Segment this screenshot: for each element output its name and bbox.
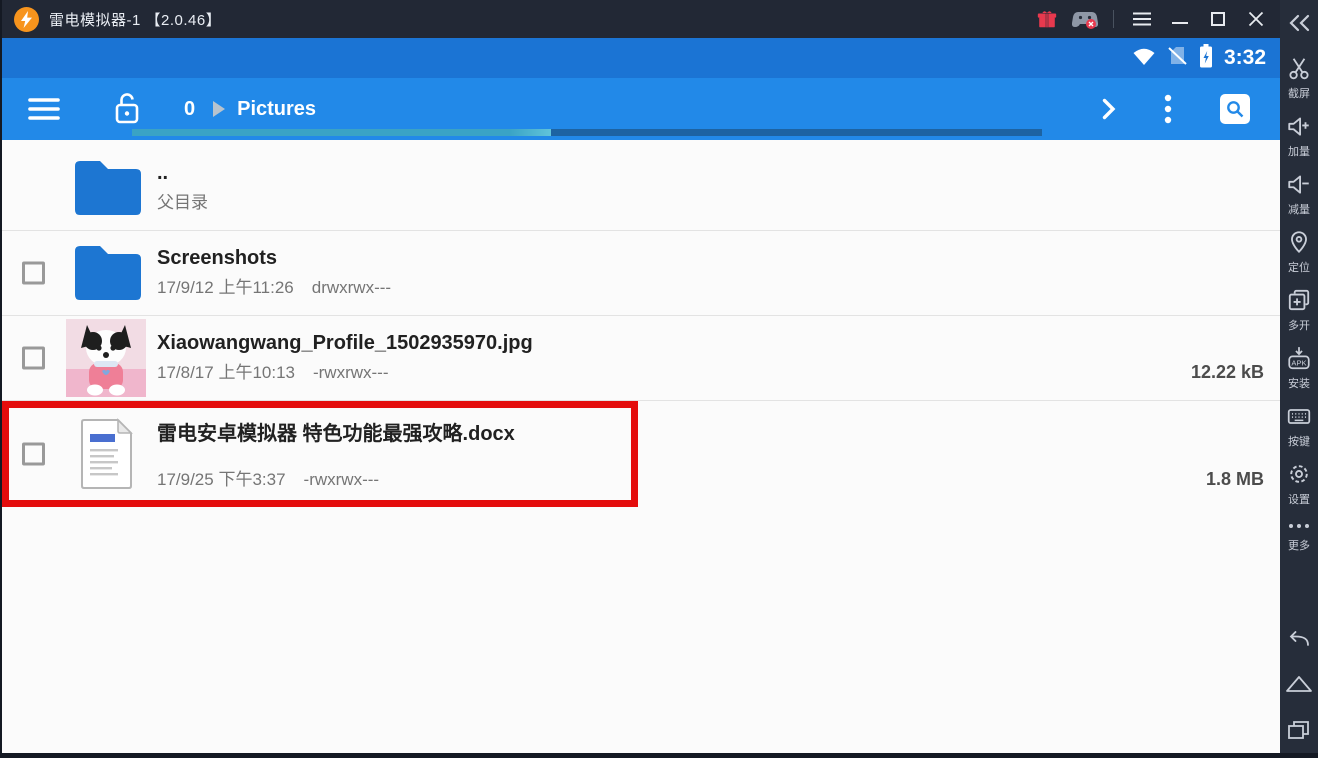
emulator-window: 雷电模拟器-1 【2.0.46】 3:32 0 Pictures .. 父目录 … — [0, 0, 1318, 758]
image-thumbnail — [66, 319, 146, 397]
file-name: .. — [157, 162, 169, 184]
sidebar-item-keymapping[interactable]: 按键 — [1286, 403, 1312, 448]
titlebar-separator — [1113, 10, 1114, 28]
folder-icon — [66, 152, 146, 224]
file-row-screenshots[interactable]: Screenshots 17/9/12 上午11:26 drwxrwx--- — [2, 231, 1280, 316]
svg-text:APK: APK — [1291, 358, 1306, 367]
emulator-sidebar: 截屏 加量 减量 定位 多开 APK 安装 按键 设置 更多 — [1280, 0, 1318, 753]
row-checkbox[interactable] — [22, 346, 45, 370]
ldplayer-logo-icon — [14, 6, 39, 32]
unlock-icon[interactable] — [112, 92, 142, 126]
back-button[interactable] — [1284, 625, 1314, 651]
file-row-parent-directory[interactable]: .. 父目录 — [2, 146, 1280, 231]
battery-charging-icon — [1199, 43, 1213, 73]
storage-progress-bar — [132, 129, 1042, 136]
sidebar-item-install-apk[interactable]: APK 安装 — [1286, 345, 1312, 390]
breadcrumb[interactable]: 0 Pictures — [184, 98, 316, 121]
more-dots-icon — [1286, 519, 1312, 538]
file-size: 1.8 MB — [1205, 469, 1264, 489]
window-titlebar: 雷电模拟器-1 【2.0.46】 — [2, 0, 1280, 38]
sidebar-item-multi-instance[interactable]: 多开 — [1286, 287, 1312, 332]
file-date: 17/9/12 上午11:26 — [157, 278, 294, 297]
file-name: 雷电安卓模拟器 特色功能最强攻略.docx — [157, 423, 515, 445]
maximize-button[interactable] — [1202, 4, 1234, 34]
window-menu-button[interactable] — [1126, 4, 1158, 34]
file-name: Screenshots — [157, 247, 278, 269]
document-icon — [66, 418, 146, 490]
home-button[interactable] — [1284, 671, 1314, 697]
folder-icon — [66, 237, 146, 309]
file-name: Xiaowangwang_Profile_1502935970.jpg — [157, 332, 533, 354]
file-meta: 17/8/17 上午10:13 -rwxrwx--- — [157, 358, 389, 383]
current-folder-label[interactable]: Pictures — [237, 98, 316, 121]
storage-progress-fill — [132, 129, 551, 136]
tab-count[interactable]: 0 — [184, 98, 195, 121]
sidebar-item-screenshot[interactable]: 截屏 — [1286, 55, 1312, 100]
scissors-icon — [1286, 55, 1312, 86]
sidebar-item-location[interactable]: 定位 — [1286, 229, 1312, 274]
forward-chevron-icon[interactable] — [1102, 98, 1116, 120]
sidebar-item-settings[interactable]: 设置 — [1286, 461, 1312, 506]
android-status-bar: 3:32 — [2, 38, 1280, 78]
sim-signal-icon — [1167, 46, 1188, 71]
file-date: 17/9/25 下午3:37 — [157, 470, 286, 489]
apk-install-icon: APK — [1286, 345, 1312, 376]
file-permissions: drwxrwx--- — [311, 278, 392, 297]
recent-apps-button[interactable] — [1284, 717, 1314, 743]
emulator-screen: 雷电模拟器-1 【2.0.46】 3:32 0 Pictures .. 父目录 … — [2, 0, 1280, 753]
file-row-jpg[interactable]: Xiaowangwang_Profile_1502935970.jpg 17/8… — [2, 316, 1280, 401]
android-nav-buttons — [1284, 625, 1314, 743]
file-date: 17/8/17 上午10:13 — [157, 363, 295, 382]
sidebar-collapse-icon[interactable] — [1287, 8, 1311, 38]
wifi-icon — [1132, 46, 1156, 71]
sidebar-item-volume-down[interactable]: 减量 — [1286, 171, 1312, 216]
file-size: 12.22 kB — [1190, 362, 1264, 382]
gift-icon[interactable] — [1031, 4, 1063, 34]
file-permissions: -rwxrwx--- — [312, 363, 389, 382]
location-pin-icon — [1286, 229, 1312, 260]
file-meta: 父目录 — [157, 193, 208, 212]
file-permissions: -rwxrwx--- — [303, 470, 380, 489]
sidebar-item-more[interactable]: 更多 — [1286, 519, 1312, 552]
minimize-button[interactable] — [1164, 4, 1196, 34]
sidebar-item-volume-up[interactable]: 加量 — [1286, 113, 1312, 158]
keyboard-icon — [1286, 403, 1312, 434]
row-checkbox[interactable] — [22, 261, 45, 285]
overflow-menu-icon[interactable] — [1164, 94, 1172, 124]
row-checkbox[interactable] — [22, 442, 45, 466]
hamburger-menu-icon[interactable] — [28, 97, 60, 121]
volume-up-icon — [1286, 113, 1312, 144]
multi-instance-icon — [1286, 287, 1312, 318]
breadcrumb-arrow-icon — [213, 101, 226, 117]
file-manager-toolbar: 0 Pictures — [2, 78, 1280, 140]
file-row-docx-highlighted[interactable]: 雷电安卓模拟器 特色功能最强攻略.docx 17/9/25 下午3:37 -rwx… — [2, 401, 1280, 507]
close-button[interactable] — [1240, 4, 1272, 34]
volume-down-icon — [1286, 171, 1312, 202]
settings-gear-icon — [1286, 461, 1312, 492]
status-bar-clock: 3:32 — [1223, 46, 1266, 69]
file-list: .. 父目录 Screenshots 17/9/12 上午11:26 drwxrw… — [2, 140, 1280, 753]
search-button[interactable] — [1220, 94, 1250, 124]
window-title: 雷电模拟器-1 【2.0.46】 — [49, 11, 222, 29]
file-meta: 17/9/25 下午3:37 -rwxrwx--- — [157, 465, 379, 490]
file-meta: 17/9/12 上午11:26 drwxrwx--- — [157, 273, 391, 298]
gamepad-icon[interactable] — [1069, 4, 1101, 34]
